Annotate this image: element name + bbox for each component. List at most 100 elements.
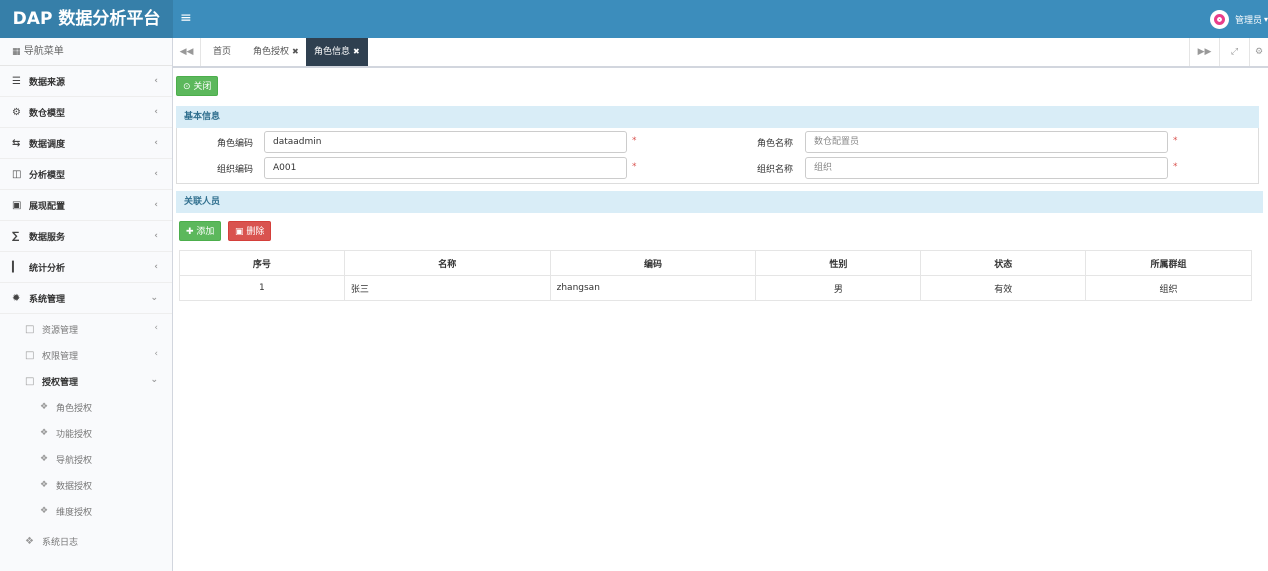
sidebar-item-system-log[interactable]: ❖ 系统日志 xyxy=(0,528,172,554)
sidebar-item-function-authorization[interactable]: ❖ 功能授权 xyxy=(0,420,172,446)
add-button[interactable]: ✚ 添加 xyxy=(179,221,222,241)
required-mark: * xyxy=(1173,136,1178,146)
table-header-row: 序号 名称 编码 性别 状态 所属群组 xyxy=(179,250,1252,276)
main-content: ⊙ 关闭 基本信息 角色编码 dataadmin * 角色名称 数仓配置员 * … xyxy=(173,68,1268,571)
column-header[interactable]: 所属群组 xyxy=(1085,250,1252,276)
basic-info-header: 基本信息 xyxy=(176,106,1259,128)
sidebar-item-analysis-model[interactable]: ◫ 分析模型 ‹ xyxy=(0,159,172,190)
close-icon[interactable]: ✖ xyxy=(292,47,299,56)
sidebar-item-display-config[interactable]: ▣ 展现配置 ‹ xyxy=(0,190,172,221)
trash-icon: ▣ xyxy=(235,227,244,237)
grid-icon: ▦ xyxy=(12,47,21,57)
org-code-input[interactable]: A001 xyxy=(264,157,627,179)
chevron-left-icon: ‹ xyxy=(154,323,158,333)
chevron-left-icon: ‹ xyxy=(154,349,158,359)
random-icon: ⇆ xyxy=(12,137,21,149)
leaf-icon: ❖ xyxy=(25,535,34,547)
tab-bar: ◀◀ 首页 角色授权 ✖ 角色信息 ✖ ▶▶ ⤢ ⚙ xyxy=(173,38,1268,68)
chevron-left-icon: ‹ xyxy=(154,169,158,179)
chevron-left-icon: ‹ xyxy=(154,231,158,241)
film-icon: ▣ xyxy=(12,199,22,211)
sidebar-item-data-source[interactable]: ☰ 数据来源 ‹ xyxy=(0,66,172,97)
avatar xyxy=(1209,9,1229,29)
leaf-icon: ❖ xyxy=(40,428,49,438)
org-code-label: 组织编码 xyxy=(216,165,253,175)
sidebar-item-warehouse-model[interactable]: ⚙ 数仓模型 ‹ xyxy=(0,97,172,128)
fullscreen-icon[interactable]: ⤢ xyxy=(1219,38,1249,66)
related-personnel-header: 关联人员 xyxy=(176,191,1263,213)
required-mark: * xyxy=(632,162,637,172)
required-mark: * xyxy=(632,136,637,146)
sidebar-item-navigation-authorization[interactable]: ❖ 导航授权 xyxy=(0,446,172,472)
sidebar-item-authorization-management[interactable]: □ 授权管理 ⌄ xyxy=(0,368,172,394)
chevron-down-icon: ⌄ xyxy=(150,293,158,303)
role-code-label: 角色编码 xyxy=(216,139,253,149)
table-cell: 1 xyxy=(179,275,345,301)
org-name-label: 组织名称 xyxy=(756,165,793,175)
sidebar-item-data-authorization[interactable]: ❖ 数据授权 xyxy=(0,472,172,498)
sidebar-item-statistics[interactable]: ▎ 统计分析 ‹ xyxy=(0,252,172,283)
leaf-icon: ❖ xyxy=(40,506,49,516)
table-cell: 有效 xyxy=(920,275,1087,301)
close-circle-icon: ⊙ xyxy=(183,82,191,92)
table-cell: zhangsan xyxy=(549,275,757,301)
column-header[interactable]: 序号 xyxy=(179,250,345,276)
sidebar-item-system-management[interactable]: ✹ 系统管理 ⌄ xyxy=(0,283,172,314)
user-menu[interactable]: 管理员 ▾ xyxy=(1209,9,1268,29)
top-header: DAP 数据分析平台 ≡ 管理员 ▾ xyxy=(0,0,1268,38)
hamburger-icon[interactable]: ≡ xyxy=(180,10,196,26)
chevron-left-icon: ‹ xyxy=(154,76,158,86)
sidebar-item-dimension-authorization[interactable]: ❖ 维度授权 xyxy=(0,498,172,524)
column-header[interactable]: 性别 xyxy=(755,250,922,276)
backward-icon[interactable]: ◀◀ xyxy=(173,38,201,66)
nav-menu-title: ▦ 导航菜单 xyxy=(0,38,172,66)
role-code-input[interactable]: dataadmin xyxy=(264,131,627,153)
column-header[interactable]: 名称 xyxy=(343,250,551,276)
gear-icon: ✹ xyxy=(12,292,21,304)
personnel-table: 序号 名称 编码 性别 状态 所属群组 1 张三 zhangsan 男 有效 组… xyxy=(179,250,1252,301)
role-name-input[interactable]: 数仓配置员 xyxy=(805,131,1168,153)
chevron-left-icon: ‹ xyxy=(154,107,158,117)
tab-role-info[interactable]: 角色信息 ✖ xyxy=(306,38,368,66)
table-row[interactable]: 1 张三 zhangsan 男 有效 组织 xyxy=(179,275,1252,301)
required-mark: * xyxy=(1173,162,1178,172)
folder-icon: □ xyxy=(25,349,35,361)
sitemap-icon: ⚙ xyxy=(12,106,21,118)
table-cell: 张三 xyxy=(343,275,551,301)
leaf-icon: ❖ xyxy=(40,480,49,490)
sidebar-item-resource-management[interactable]: □ 资源管理 ‹ xyxy=(0,316,172,342)
tab-role-authorization[interactable]: 角色授权 ✖ xyxy=(245,38,307,66)
close-button[interactable]: ⊙ 关闭 xyxy=(176,76,219,96)
sidebar-item-scheduling[interactable]: ⇆ 数据调度 ‹ xyxy=(0,128,172,159)
user-name: 管理员 xyxy=(1234,15,1262,26)
folder-icon: □ xyxy=(25,323,35,335)
chart-icon: ◫ xyxy=(12,168,22,180)
table-cell: 男 xyxy=(755,275,922,301)
folder-icon: □ xyxy=(25,375,35,387)
gear-icon[interactable]: ⚙ xyxy=(1249,38,1268,66)
forward-icon[interactable]: ▶▶ xyxy=(1189,38,1219,66)
plus-icon: ✚ xyxy=(186,227,194,237)
column-header[interactable]: 编码 xyxy=(549,250,757,276)
chevron-left-icon: ‹ xyxy=(154,138,158,148)
app-logo[interactable]: DAP 数据分析平台 xyxy=(0,0,173,38)
table-cell: 组织 xyxy=(1085,275,1252,301)
sidebar-item-data-service[interactable]: ∑ 数据服务 ‹ xyxy=(0,221,172,252)
chevron-left-icon: ‹ xyxy=(154,262,158,272)
close-icon[interactable]: ✖ xyxy=(353,47,360,56)
tab-home[interactable]: 首页 xyxy=(205,38,239,66)
database-icon: ☰ xyxy=(12,75,21,87)
chevron-left-icon: ‹ xyxy=(154,200,158,210)
sidebar-item-role-authorization[interactable]: ❖ 角色授权 xyxy=(0,394,172,420)
leaf-icon: ❖ xyxy=(40,454,49,464)
org-name-input[interactable]: 组织 xyxy=(805,157,1168,179)
sidebar-item-permission-management[interactable]: □ 权限管理 ‹ xyxy=(0,342,172,368)
leaf-icon: ❖ xyxy=(40,402,49,412)
delete-button[interactable]: ▣ 删除 xyxy=(228,221,272,241)
column-header[interactable]: 状态 xyxy=(920,250,1087,276)
sidebar: ▦ 导航菜单 ☰ 数据来源 ‹ ⚙ 数仓模型 ‹ ⇆ 数据调度 ‹ ◫ 分析模型… xyxy=(0,38,173,571)
chevron-down-icon: ⌄ xyxy=(150,375,158,385)
chevron-down-icon: ▾ xyxy=(1263,14,1268,24)
role-name-label: 角色名称 xyxy=(756,139,793,149)
service-icon: ∑ xyxy=(12,230,20,242)
